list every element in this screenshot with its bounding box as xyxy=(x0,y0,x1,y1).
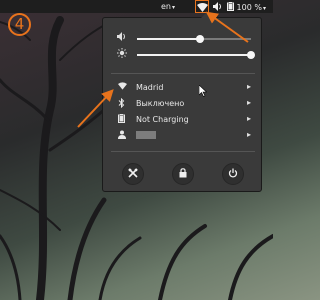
system-menu: Madrid ▸ Выключено ▸ Not Charging ▸ ▸ xyxy=(102,12,263,192)
speaker-icon xyxy=(213,2,221,11)
user-name-redacted xyxy=(136,131,156,139)
bluetooth-icon xyxy=(118,97,125,111)
menu-pointer xyxy=(201,12,213,18)
top-bar: en▾ 100 %▾ xyxy=(0,0,273,13)
brightness-slider-fill xyxy=(137,54,251,56)
brightness-slider[interactable] xyxy=(137,51,255,59)
battery-icon xyxy=(118,114,125,126)
chevron-right-icon: ▸ xyxy=(246,82,251,91)
settings-icon xyxy=(128,168,138,178)
volume-slider-row xyxy=(103,31,263,45)
wifi-icon xyxy=(196,2,208,12)
volume-slider-handle[interactable] xyxy=(195,35,204,43)
chevron-right-icon: ▸ xyxy=(246,98,251,107)
menu-item-bluetooth[interactable]: Выключено ▸ xyxy=(103,96,263,111)
brightness-slider-row xyxy=(103,47,263,61)
menu-item-label: Madrid xyxy=(136,83,164,92)
chevron-down-icon: ▾ xyxy=(262,5,266,12)
action-buttons xyxy=(103,163,263,189)
lock-icon xyxy=(179,168,187,178)
speaker-icon xyxy=(117,32,127,44)
chevron-right-icon: ▸ xyxy=(246,130,251,139)
menu-item-user[interactable]: ▸ xyxy=(103,128,263,143)
lock-button[interactable] xyxy=(172,163,194,185)
battery-indicator[interactable]: 100 %▾ xyxy=(227,2,266,13)
volume-slider[interactable] xyxy=(137,35,251,43)
menu-item-label: Выключено xyxy=(136,99,185,108)
volume-slider-fill xyxy=(137,38,200,40)
mouse-cursor-icon xyxy=(199,85,207,97)
menu-item-wifi[interactable]: Madrid ▸ xyxy=(103,80,263,95)
volume-indicator[interactable] xyxy=(213,2,223,13)
settings-button[interactable] xyxy=(122,163,144,185)
keyboard-layout-indicator[interactable]: en▾ xyxy=(161,2,175,12)
chevron-down-icon: ▾ xyxy=(172,4,176,11)
divider xyxy=(111,151,255,152)
user-icon xyxy=(118,130,126,142)
power-icon xyxy=(228,168,238,178)
menu-item-battery[interactable]: Not Charging ▸ xyxy=(103,112,263,127)
brightness-slider-handle[interactable] xyxy=(247,51,255,59)
power-button[interactable] xyxy=(222,163,244,185)
menu-item-label: Not Charging xyxy=(136,115,189,124)
sun-icon xyxy=(117,48,127,61)
keyboard-layout-label: en xyxy=(161,2,171,11)
chevron-right-icon: ▸ xyxy=(246,114,251,123)
step-badge: 4 xyxy=(8,13,31,36)
battery-percent: 100 % xyxy=(236,3,262,12)
wifi-icon xyxy=(118,82,127,93)
divider xyxy=(111,73,255,74)
battery-icon xyxy=(227,2,234,11)
